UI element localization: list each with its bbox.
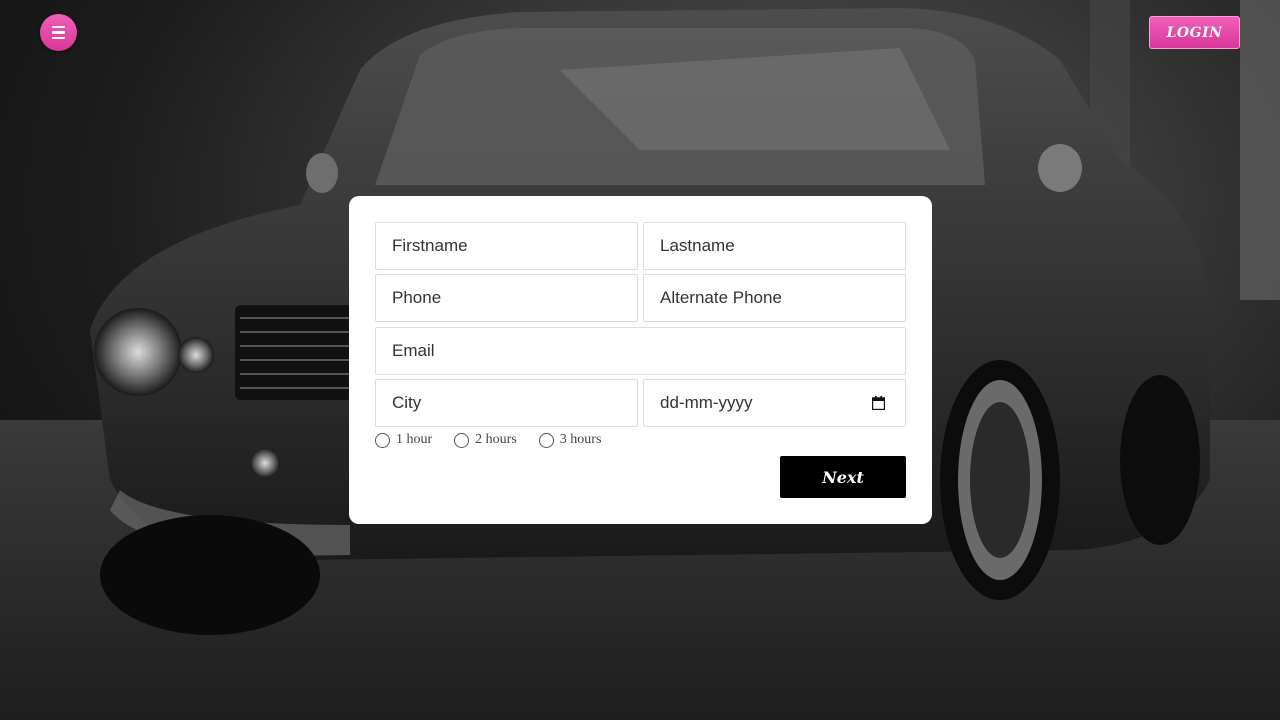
alternate-phone-placeholder: Alternate Phone <box>660 288 782 307</box>
alternate-phone-input[interactable]: Alternate Phone <box>643 274 906 322</box>
firstname-placeholder: Firstname <box>392 236 468 255</box>
date-input[interactable]: dd-mm-yyyy <box>643 379 906 427</box>
email-placeholder: Email <box>392 341 435 360</box>
login-button[interactable]: LOGIN <box>1149 16 1240 49</box>
radio-1-hour[interactable]: 1 hour <box>375 432 432 448</box>
city-input[interactable]: City <box>375 379 638 427</box>
radio-button[interactable] <box>454 432 470 448</box>
radio-label: 3 hours <box>559 432 602 447</box>
city-placeholder: City <box>392 393 422 412</box>
radio-3-hours[interactable]: 3 hours <box>538 432 602 448</box>
menu-button[interactable] <box>40 14 77 51</box>
date-placeholder: dd-mm-yyyy <box>660 393 753 412</box>
lastname-placeholder: Lastname <box>660 236 735 255</box>
booking-form-card: Firstname Lastname Phone Alternate Phone… <box>349 196 932 524</box>
phone-input[interactable]: Phone <box>375 274 638 322</box>
radio-button[interactable] <box>375 432 390 448</box>
radio-button[interactable] <box>538 432 554 448</box>
email-input[interactable]: Email <box>375 327 906 375</box>
duration-radio-group: 1 hour 2 hours 3 hours <box>375 432 623 448</box>
calendar-icon[interactable] <box>872 396 885 410</box>
lastname-input[interactable]: Lastname <box>643 222 906 270</box>
hamburger-menu-icon <box>52 25 65 40</box>
radio-2-hours[interactable]: 2 hours <box>454 432 517 448</box>
radio-label: 2 hours <box>475 432 517 447</box>
firstname-input[interactable]: Firstname <box>375 222 638 270</box>
phone-placeholder: Phone <box>392 288 442 307</box>
next-button[interactable]: Next <box>780 456 906 498</box>
radio-label: 1 hour <box>396 432 433 447</box>
